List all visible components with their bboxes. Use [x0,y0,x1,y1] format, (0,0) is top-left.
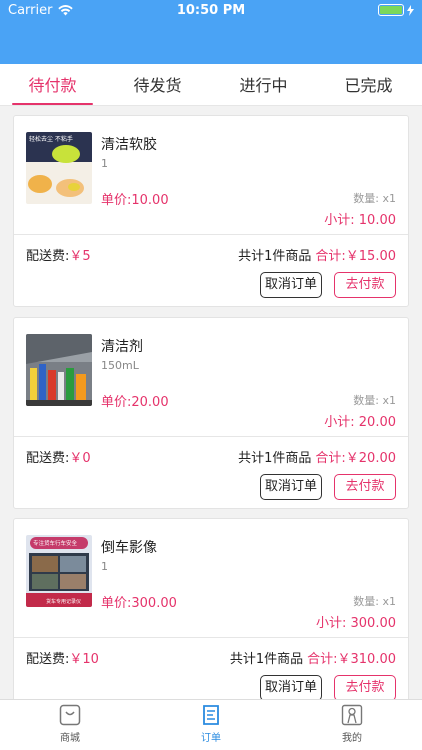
tab-completed[interactable]: 已完成 [316,64,421,106]
status-time: 10:50 PM [176,3,246,18]
tab-in-progress[interactable]: 进行中 [211,64,316,106]
product-image-cleaner[interactable] [26,334,92,406]
subtotal: 小计: 20.00 [324,415,396,430]
nav-item-shop[interactable]: 商城 [0,704,140,744]
battery-indicator [378,4,414,16]
tab-pending-shipment[interactable]: 待发货 [105,64,210,106]
product-name: 清洁剂 [101,339,143,355]
total-value: ￥20.00 [345,451,396,466]
nav-label: 商城 [60,733,80,744]
tab-label: 进行中 [239,76,288,95]
total-label: 合计: [315,451,346,466]
total-value: ￥310.00 [337,652,397,667]
tab-label: 待发货 [133,76,182,95]
shipping-label: 配送费: [26,249,70,264]
divider [14,234,408,235]
total-label: 合计: [307,652,338,667]
order-card: 轻松去尘 不粘手 清洁软胶 1 单价:10.00 数量: x1 小计: 10.0… [13,115,409,307]
quantity: 数量: x1 [353,192,396,205]
thumb-caption: 专注货车行车安全 [33,539,78,547]
product-name: 倒车影像 [101,540,157,556]
shipping-fee: 配送费:￥5 [26,245,91,264]
item-count: 共计1件商品 [229,652,304,667]
order-status-tabs: 待付款 待发货 进行中 已完成 [0,64,422,106]
pay-button[interactable]: 去付款 [334,272,396,298]
order-card: 清洁剂 150mL 单价:20.00 数量: x1 小计: 20.00 配送费:… [13,317,409,509]
total-value: ￥15.00 [345,249,396,264]
tab-pending-payment[interactable]: 待付款 [0,64,105,106]
subtotal: 小计: 300.00 [316,616,396,631]
tab-label: 待付款 [28,76,77,95]
nav-item-orders[interactable]: 订单 [141,704,281,744]
unit-price: 单价:20.00 [101,395,169,410]
order-card: 专注货车行车安全 货车专用记录仪 倒车影像 1 单价:300.00 数量: x1… [13,518,409,710]
quantity: 数量: x1 [353,595,396,608]
tab-label: 已完成 [344,76,393,95]
product-name: 清洁软胶 [101,137,157,153]
nav-item-profile[interactable]: 我的 [282,704,422,744]
unit-price: 单价:300.00 [101,596,177,611]
pay-button[interactable]: 去付款 [334,675,396,701]
order-total: 共计1件商品 合计:￥15.00 [238,245,396,264]
item-count: 共计1件商品 [238,249,312,264]
shipping-value: ￥0 [69,451,91,466]
product-image-rear-camera[interactable]: 专注货车行车安全 货车专用记录仪 [26,535,92,607]
shipping-fee: 配送费:￥0 [26,447,91,466]
cancel-order-button[interactable]: 取消订单 [260,675,322,701]
product-spec: 1 [101,157,108,170]
divider [14,637,408,638]
divider [14,436,408,437]
nav-label: 订单 [201,733,221,744]
product-spec: 150mL [101,359,139,372]
order-total: 共计1件商品 合计:￥310.00 [230,648,396,667]
product-spec: 1 [101,560,108,573]
profile-icon [341,704,363,726]
status-bar: Carrier 10:50 PM [0,0,422,22]
nav-label: 我的 [342,733,362,744]
quantity: 数量: x1 [353,394,396,407]
shipping-value: ￥5 [69,249,91,264]
thumb-badge: 货车专用记录仪 [46,598,81,605]
bottom-nav: 商城 订单 我的 [0,699,422,750]
cancel-order-button[interactable]: 取消订单 [260,474,322,500]
cancel-order-button[interactable]: 取消订单 [260,272,322,298]
shop-icon [59,704,81,726]
battery-icon [378,4,404,16]
shipping-label: 配送费: [26,652,70,667]
shipping-label: 配送费: [26,451,70,466]
active-tab-indicator [12,103,93,105]
header-bar [0,22,422,64]
charging-bolt-icon [407,4,414,16]
shipping-fee: 配送费:￥10 [26,648,99,667]
pay-button[interactable]: 去付款 [334,474,396,500]
total-label: 合计: [315,249,346,264]
item-count: 共计1件商品 [238,451,312,466]
product-image-cleaning-gel[interactable]: 轻松去尘 不粘手 [26,132,92,204]
subtotal: 小计: 10.00 [324,213,396,228]
shipping-value: ￥10 [69,652,99,667]
order-icon [203,705,219,725]
order-total: 共计1件商品 合计:￥20.00 [238,447,396,466]
unit-price: 单价:10.00 [101,193,169,208]
thumb-caption: 轻松去尘 不粘手 [29,135,73,143]
